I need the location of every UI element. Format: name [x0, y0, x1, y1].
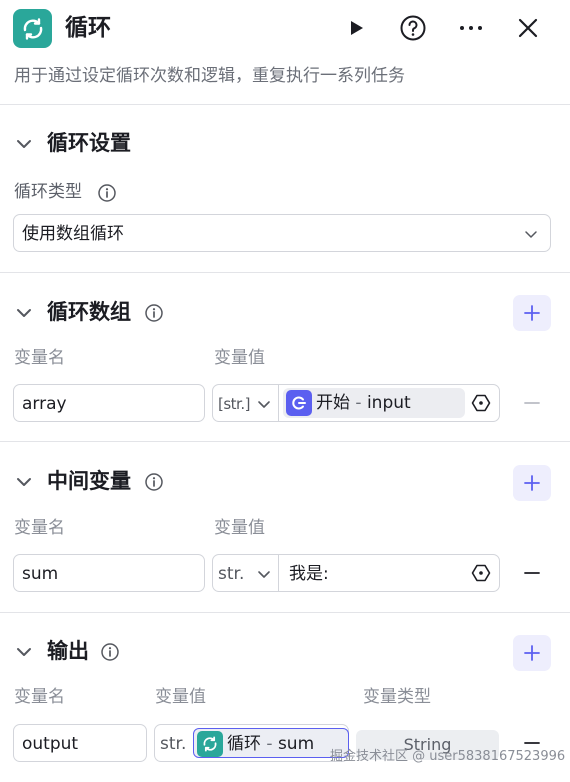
column-value-label: 变量值: [155, 687, 206, 707]
column-value-label: 变量值: [214, 348, 265, 368]
section-title: 循环设置: [47, 131, 131, 155]
loop-node-icon: [197, 731, 223, 757]
section-loop-array[interactable]: 循环数组: [0, 293, 570, 333]
close-button[interactable]: [513, 13, 543, 43]
section-loop-settings[interactable]: 循环设置: [0, 124, 570, 164]
column-type-label: 变量类型: [363, 687, 431, 707]
divider: [0, 612, 570, 613]
type-select[interactable]: [str.]: [213, 385, 279, 421]
loop-type-label: 循环类型: [14, 182, 82, 202]
more-button[interactable]: [456, 13, 486, 43]
array-value-field[interactable]: [str.] 开始 - input: [212, 384, 500, 422]
type-label: str.: [160, 734, 187, 754]
output-value-field[interactable]: str. 循环 - sum: [154, 724, 349, 762]
close-icon: [518, 18, 538, 38]
reference-label: 开始 - input: [316, 393, 411, 413]
section-title: 中间变量: [47, 469, 131, 493]
info-icon[interactable]: [144, 472, 164, 492]
column-name-label: 变量名: [14, 348, 65, 368]
section-output[interactable]: 输出: [0, 632, 570, 672]
chevron-down-icon: [258, 571, 270, 578]
variable-picker-icon[interactable]: [471, 393, 491, 413]
variable-reference-chip[interactable]: 开始 - input: [283, 388, 465, 418]
intermediate-value-field[interactable]: str. 我是:: [212, 554, 500, 592]
add-array-button[interactable]: [513, 295, 551, 331]
page-title: 循环: [65, 15, 111, 41]
add-output-button[interactable]: [513, 635, 551, 671]
column-name-label: 变量名: [14, 518, 65, 538]
play-icon: [351, 21, 363, 35]
array-name-value: array: [22, 394, 67, 414]
output-name-input[interactable]: output: [13, 724, 147, 762]
more-icon: [460, 26, 482, 30]
intermediate-value-text[interactable]: 我是:: [289, 562, 329, 586]
minus-icon: [524, 572, 540, 574]
section-intermediate-variables[interactable]: 中间变量: [0, 462, 570, 502]
info-icon[interactable]: [97, 183, 117, 203]
plus-icon: [524, 475, 540, 491]
help-icon: [400, 15, 426, 41]
minus-icon: [524, 742, 540, 744]
help-button[interactable]: [398, 13, 428, 43]
column-value-label: 变量值: [214, 518, 265, 538]
watermark: 掘金技术社区 @ user5838167523996: [330, 749, 566, 764]
type-select[interactable]: str.: [155, 725, 191, 761]
chevron-down-icon[interactable]: [14, 472, 34, 492]
divider: [0, 104, 570, 105]
variable-reference-chip[interactable]: 循环 - sum: [193, 728, 349, 758]
intermediate-name-value: sum: [22, 564, 59, 584]
plus-icon: [524, 645, 540, 661]
info-icon[interactable]: [144, 303, 164, 323]
loop-type-select[interactable]: 使用数组循环: [13, 214, 551, 252]
output-name-value: output: [22, 734, 79, 754]
loop-icon: [13, 9, 52, 48]
chevron-down-icon[interactable]: [14, 642, 34, 662]
node-description: 用于通过设定循环次数和逻辑，重复执行一系列任务: [14, 66, 405, 86]
reference-label: 循环 - sum: [227, 734, 315, 754]
add-intermediate-button[interactable]: [513, 465, 551, 501]
info-icon[interactable]: [100, 642, 120, 662]
plus-icon: [524, 305, 540, 321]
array-name-input[interactable]: array: [13, 384, 205, 422]
minus-icon: [524, 402, 540, 404]
remove-intermediate-button[interactable]: [522, 563, 542, 583]
start-node-icon: [286, 390, 312, 416]
section-title: 循环数组: [47, 300, 131, 324]
section-title: 输出: [47, 639, 89, 663]
node-header: 循环: [0, 0, 570, 58]
chevron-down-icon: [525, 231, 537, 238]
column-name-label: 变量名: [14, 687, 65, 707]
variable-picker-icon[interactable]: [471, 563, 491, 583]
divider: [0, 272, 570, 273]
chevron-down-icon[interactable]: [14, 303, 34, 323]
intermediate-name-input[interactable]: sum: [13, 554, 205, 592]
type-label: str.: [218, 564, 245, 584]
remove-array-button[interactable]: [522, 393, 542, 413]
type-label: [str.]: [218, 395, 250, 413]
run-button[interactable]: [341, 13, 371, 43]
loop-type-value: 使用数组循环: [22, 224, 124, 244]
chevron-down-icon: [258, 401, 270, 408]
divider: [0, 441, 570, 442]
chevron-down-icon[interactable]: [14, 134, 34, 154]
type-select[interactable]: str.: [213, 555, 279, 591]
